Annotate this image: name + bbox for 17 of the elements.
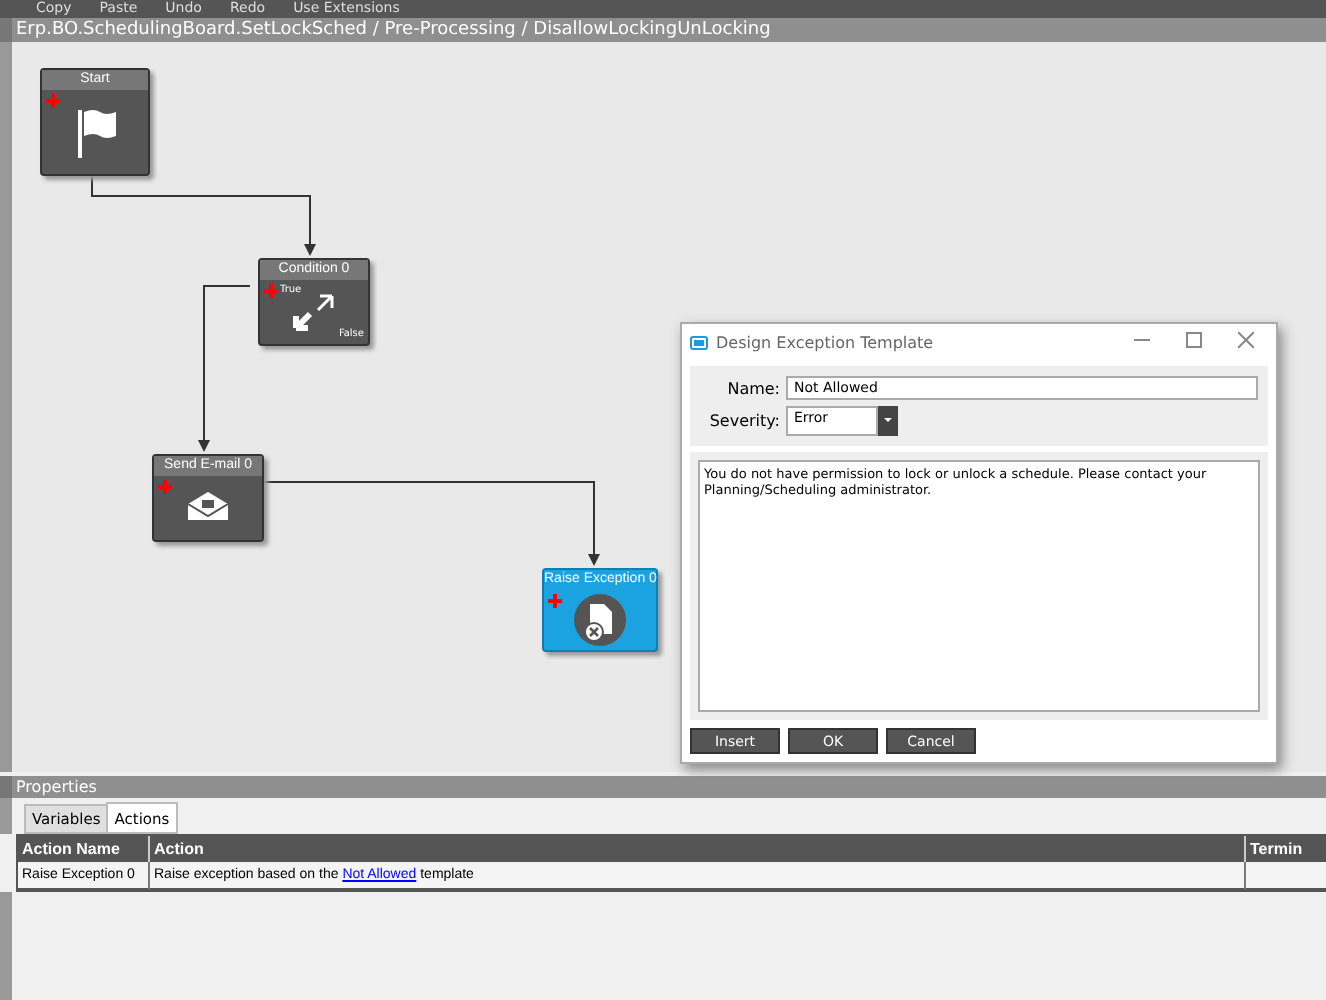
plus-icon[interactable] bbox=[264, 284, 278, 298]
envelope-icon bbox=[186, 490, 230, 522]
document-error-icon bbox=[574, 594, 626, 646]
panel-header: Properties bbox=[0, 776, 1326, 798]
field-label: Severity: bbox=[707, 412, 780, 430]
breadcrumb-path: Erp.BO.SchedulingBoard.SetLockSched / Pre-Processing / DisallowLockingUnLocking bbox=[14, 20, 771, 40]
window-title: Design Exception Template bbox=[716, 333, 936, 351]
column-header: Action bbox=[150, 836, 1246, 862]
plus-icon[interactable] bbox=[158, 480, 172, 494]
field-label: Name: bbox=[725, 379, 780, 397]
window-icon bbox=[690, 335, 708, 349]
plus-icon[interactable] bbox=[46, 94, 60, 108]
diagonal-arrows-icon bbox=[292, 292, 336, 332]
flag-icon bbox=[73, 106, 117, 158]
dropdown-caret-icon[interactable] bbox=[878, 406, 898, 436]
column-header: Action Name bbox=[18, 836, 150, 862]
column-header: Termin bbox=[1246, 836, 1326, 862]
